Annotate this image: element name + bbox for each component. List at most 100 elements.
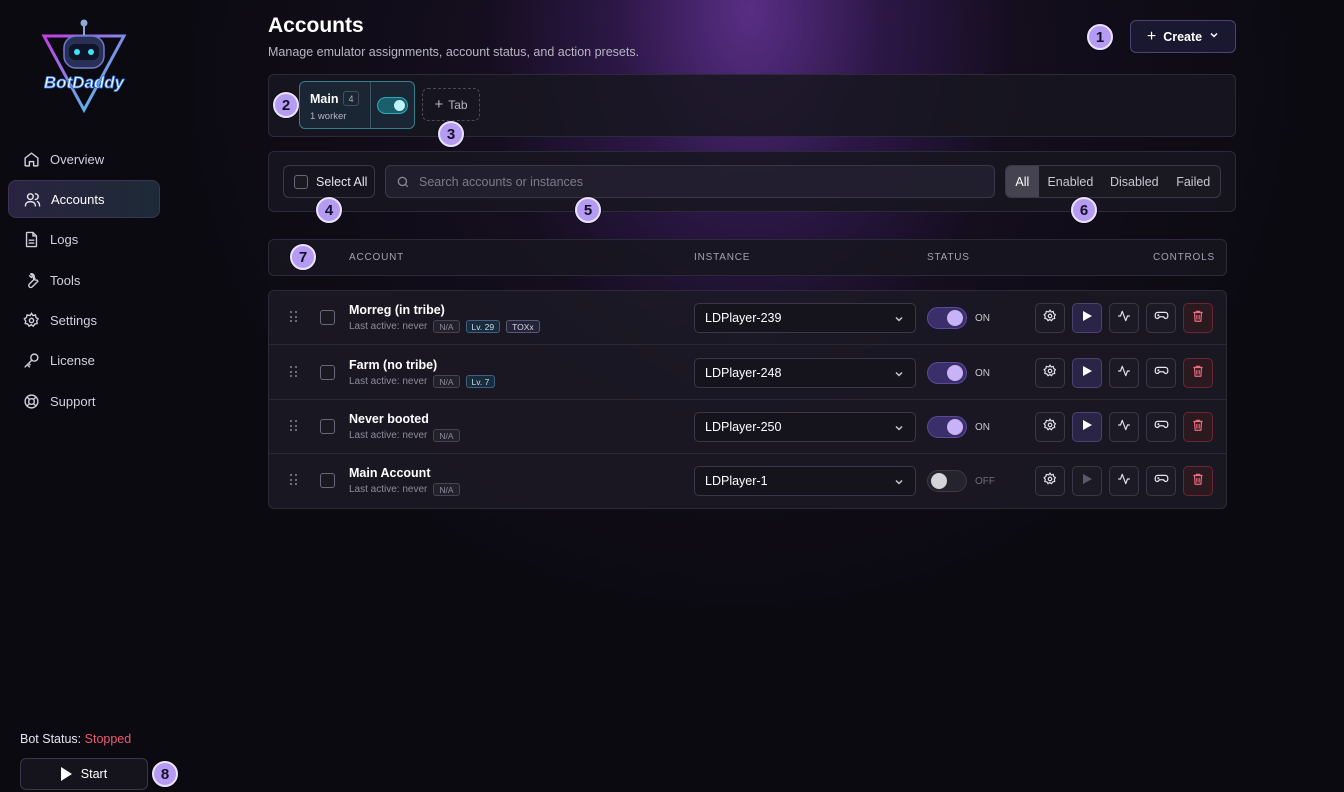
sidebar-item-tools[interactable]: Tools: [8, 261, 160, 299]
sidebar-item-label: License: [50, 353, 95, 369]
gear-icon: [1043, 417, 1057, 437]
gamepad-button[interactable]: [1146, 412, 1176, 442]
botdaddy-logo: BotDaddy: [36, 18, 132, 118]
activity-button[interactable]: [1109, 358, 1139, 388]
plus-icon: +: [1146, 27, 1157, 45]
play-icon: [60, 767, 72, 781]
chevron-down-icon: [894, 368, 904, 382]
drag-handle-icon[interactable]: [290, 311, 298, 323]
activity-button[interactable]: [1109, 466, 1139, 496]
activity-icon: [1117, 418, 1131, 437]
svg-text:BotDaddy: BotDaddy: [44, 73, 126, 92]
settings-button[interactable]: [1035, 303, 1065, 333]
create-button-label: Create: [1163, 29, 1203, 44]
activity-button[interactable]: [1109, 303, 1139, 333]
sidebar-item-settings[interactable]: Settings: [8, 302, 160, 340]
instance-select[interactable]: LDPlayer-248: [694, 358, 916, 388]
sidebar-item-overview[interactable]: Overview: [8, 140, 160, 178]
activity-icon: [1117, 472, 1131, 491]
table-row: Main Account Last active: never N/A LDPl…: [269, 454, 1226, 508]
last-active: Last active: never: [349, 321, 428, 332]
table-row: Farm (no tribe) Last active: never N/A L…: [269, 346, 1226, 400]
filter-enabled[interactable]: Enabled: [1039, 166, 1102, 197]
marker-5: 5: [575, 197, 601, 223]
sidebar-item-logs[interactable]: Logs: [8, 221, 160, 259]
key-icon: [22, 352, 40, 370]
tab-enable-toggle[interactable]: [377, 97, 408, 114]
sidebar-item-accounts[interactable]: Accounts: [8, 180, 160, 219]
drag-handle-icon[interactable]: [290, 420, 298, 432]
settings-button[interactable]: [1035, 412, 1065, 442]
na-badge: N/A: [433, 429, 460, 442]
status-toggle[interactable]: [927, 470, 967, 492]
filter-failed[interactable]: Failed: [1166, 166, 1220, 197]
last-active: Last active: never: [349, 484, 428, 495]
delete-button[interactable]: [1183, 466, 1213, 496]
select-all-button[interactable]: Select All: [283, 165, 375, 198]
run-button[interactable]: [1072, 303, 1102, 333]
marker-8: 8: [152, 761, 178, 787]
filter-all[interactable]: All: [1006, 166, 1039, 197]
run-button[interactable]: [1072, 466, 1102, 496]
status-label: ON: [975, 368, 990, 379]
tab-main[interactable]: Main 4 1 worker: [299, 81, 415, 129]
wrench-icon: [22, 271, 40, 289]
level-badge: Lv. 7: [465, 375, 496, 388]
gamepad-icon: [1154, 308, 1169, 328]
status-label: ON: [975, 422, 990, 433]
gear-icon: [1043, 363, 1057, 383]
row-checkbox[interactable]: [320, 310, 335, 325]
gamepad-button[interactable]: [1146, 358, 1176, 388]
gamepad-button[interactable]: [1146, 303, 1176, 333]
filter-disabled[interactable]: Disabled: [1102, 166, 1166, 197]
sidebar-item-label: Overview: [50, 151, 105, 167]
search-input[interactable]: [419, 166, 979, 197]
delete-button[interactable]: [1183, 412, 1213, 442]
bot-status-label: Bot Status:: [20, 732, 82, 746]
tribe-tag-badge: TOXx: [506, 320, 540, 333]
sidebar-item-support[interactable]: Support: [8, 382, 160, 420]
settings-button[interactable]: [1035, 358, 1065, 388]
file-icon: [22, 231, 40, 249]
select-all-checkbox[interactable]: [294, 174, 308, 189]
na-badge: N/A: [433, 483, 460, 496]
account-name: Farm (no tribe): [349, 358, 438, 372]
settings-button[interactable]: [1035, 466, 1065, 496]
status-label: ON: [975, 313, 990, 324]
row-checkbox[interactable]: [320, 473, 335, 488]
trash-icon: [1191, 364, 1205, 383]
delete-button[interactable]: [1183, 303, 1213, 333]
trash-icon: [1191, 472, 1205, 491]
delete-button[interactable]: [1183, 358, 1213, 388]
drag-handle-icon[interactable]: [290, 366, 298, 378]
activity-button[interactable]: [1109, 412, 1139, 442]
drag-handle-icon[interactable]: [290, 474, 298, 486]
gamepad-icon: [1154, 471, 1169, 491]
status-toggle[interactable]: [927, 416, 967, 438]
status-label: OFF: [975, 476, 995, 487]
users-icon: [23, 190, 41, 208]
column-controls: CONTROLS: [1153, 252, 1215, 263]
gear-icon: [1043, 308, 1057, 328]
row-checkbox[interactable]: [320, 365, 335, 380]
instance-select[interactable]: LDPlayer-239: [694, 303, 916, 333]
status-toggle[interactable]: [927, 307, 967, 329]
instance-select[interactable]: LDPlayer-1: [694, 466, 916, 496]
run-button[interactable]: [1072, 358, 1102, 388]
sidebar-item-license[interactable]: License: [8, 342, 160, 380]
table-row: Never booted Last active: never N/A LDPl…: [269, 400, 1226, 454]
account-meta: Last active: never N/A: [349, 429, 466, 442]
create-button[interactable]: + Create: [1130, 20, 1236, 53]
start-button[interactable]: Start: [20, 758, 148, 790]
add-tab-button[interactable]: + Tab: [422, 88, 480, 121]
gamepad-icon: [1154, 417, 1169, 437]
tab-count-badge: 4: [343, 91, 359, 106]
instance-select[interactable]: LDPlayer-250: [694, 412, 916, 442]
play-icon: [1081, 472, 1093, 490]
gamepad-button[interactable]: [1146, 466, 1176, 496]
status-toggle[interactable]: [927, 362, 967, 384]
activity-icon: [1117, 309, 1131, 328]
run-button[interactable]: [1072, 412, 1102, 442]
row-checkbox[interactable]: [320, 419, 335, 434]
column-status: STATUS: [927, 252, 970, 263]
